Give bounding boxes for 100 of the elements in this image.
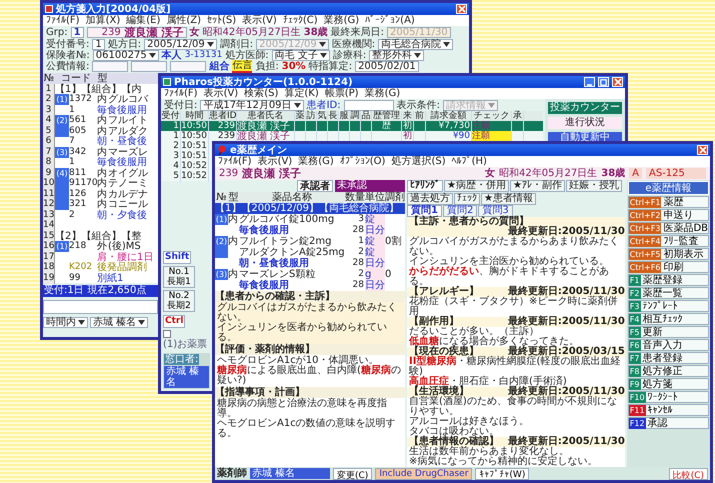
- function-key-button[interactable]: F7 患者登録: [628, 352, 709, 364]
- tab[interactable]: ★病歴・併用: [444, 180, 509, 192]
- function-key-button[interactable]: F11 ｷｬﾝｾﾙ: [628, 404, 709, 416]
- input-field[interactable]: [43, 300, 158, 314]
- dropdown[interactable]: 06100275: [92, 50, 159, 61]
- close-button[interactable]: [456, 4, 467, 14]
- function-key-button[interactable]: F1 薬歴登録: [628, 274, 709, 286]
- menu-item[interactable]: 編集(E): [126, 15, 160, 26]
- menu-item[interactable]: ﾁｪｯｸ(C): [282, 15, 318, 26]
- preset-button[interactable]: No.2 長期2: [163, 290, 195, 312]
- menu-item[interactable]: 属性(Z): [166, 15, 201, 26]
- date-dropdown[interactable]: 平成17年12月09日: [200, 100, 304, 110]
- dropdown[interactable]: 時間内: [43, 317, 88, 328]
- menu-item[interactable]: 帳票(P): [324, 88, 359, 99]
- tab[interactable]: ★ｱﾚ・副作: [510, 180, 565, 192]
- table-cell: 10:50: [181, 131, 209, 142]
- menu-item[interactable]: ｵﾌﾟｼｮﾝ(O): [340, 156, 386, 167]
- option-checkbox[interactable]: (1)お薬票: [163, 330, 213, 350]
- dropdown[interactable]: 赤城 榛名: [90, 317, 148, 328]
- table-row[interactable]: 1 10:50 239 渡良瀬 渓子 歴 初 ¥7,730 注願: [161, 121, 543, 131]
- rp-number: (2): [55, 115, 69, 126]
- table-row[interactable]: アルダクトンA錠25mg 2錠: [215, 247, 405, 258]
- table-row[interactable]: (1)内 グルコバイ錠100mg 3錠: [215, 214, 405, 225]
- pharmacist-field[interactable]: 赤城 榛名: [250, 468, 330, 479]
- tab[interactable]: 妊娠・授乳: [566, 180, 622, 192]
- function-key-button[interactable]: F4 相互ﾁｪｯｸ: [628, 313, 709, 325]
- dropdown[interactable]: 2005/12/09: [144, 39, 217, 50]
- menu-item[interactable]: ﾌｧｲﾙ(F): [164, 88, 198, 99]
- table-row[interactable]: 毎食後服用 28 日分: [215, 280, 405, 291]
- minimize-button[interactable]: [584, 77, 595, 87]
- group-field[interactable]: 1: [70, 27, 84, 38]
- function-key-button[interactable]: F12 承認: [628, 417, 709, 429]
- input-field[interactable]: 2005/02/01: [355, 61, 419, 72]
- menu-item[interactable]: 検索(S): [244, 88, 278, 99]
- drugchaser-button[interactable]: Include DrugChaser: [375, 468, 472, 480]
- menu-item[interactable]: 業務(G): [324, 15, 360, 26]
- menu-item[interactable]: 表示(V): [242, 15, 277, 26]
- table-row[interactable]: 4 10:52: [161, 161, 209, 171]
- table-row[interactable]: 【1】【2005/12/09】【両毛総合病院】: [215, 203, 405, 214]
- tab[interactable]: 質問3: [478, 205, 513, 217]
- table-row[interactable]: 毎食後服用 28 日分: [215, 225, 405, 236]
- tab[interactable]: 過去処方: [407, 193, 453, 205]
- function-key-button[interactable]: F2 薬歴一覧: [628, 287, 709, 299]
- close-icon: [614, 78, 622, 86]
- menu-item[interactable]: ﾊﾞｰｼﾞｮﾝ(A): [365, 15, 415, 26]
- menu-item[interactable]: ﾌｧｲﾙ(F): [46, 15, 80, 26]
- tab[interactable]: ﾁｪｯｸ: [454, 193, 480, 205]
- function-key-button[interactable]: F5 更新: [628, 326, 709, 338]
- tab[interactable]: ★患者情報: [481, 193, 536, 205]
- menu-item[interactable]: ﾌｧｲﾙ(F): [218, 156, 252, 167]
- input-field[interactable]: [170, 61, 206, 72]
- function-key-button[interactable]: Ctrl+F1 薬歴: [628, 196, 709, 208]
- table-row[interactable]: 5 10:52: [161, 171, 209, 181]
- input-field[interactable]: 1: [92, 39, 105, 50]
- function-key-button[interactable]: F9 処方箋: [628, 378, 709, 390]
- function-key-button[interactable]: F6 音声入力: [628, 339, 709, 351]
- tab[interactable]: 質問2: [442, 205, 478, 217]
- function-key-button[interactable]: F10 ﾜｰｸｼｰﾄ: [628, 391, 709, 403]
- clerk-field[interactable]: 赤城 榛名: [164, 366, 209, 388]
- function-key-button[interactable]: Ctrl+F3 医薬品DB: [628, 222, 709, 234]
- tab[interactable]: 質問1: [407, 205, 442, 217]
- menu-item[interactable]: 業務(G): [364, 88, 400, 99]
- function-key-button[interactable]: Ctrl+F5 初期表示: [628, 248, 709, 260]
- capture-button[interactable]: ｷｬﾌﾟﾁｬ(W): [475, 468, 530, 480]
- menu-item[interactable]: 処方選択(S): [391, 156, 446, 167]
- menu-item[interactable]: ﾍﾙﾌﾟ(H): [452, 156, 487, 167]
- dropdown[interactable]: 両毛 文子: [272, 50, 330, 61]
- note-box[interactable]: グルコバイはガスがたまるから飲みたくない。 インシュリンを医者から勧められている。: [215, 302, 405, 344]
- table-row[interactable]: (2)内 フルイトラン錠2mg 1錠 0割: [215, 236, 405, 247]
- menu-item[interactable]: 算定(K): [284, 88, 319, 99]
- input-field[interactable]: [92, 61, 128, 72]
- close-button[interactable]: [697, 145, 708, 155]
- change-button[interactable]: 変更(C): [333, 468, 372, 480]
- function-key-button[interactable]: F8 処方修正: [628, 365, 709, 377]
- menu-item[interactable]: ｾｯﾄ(S): [207, 15, 236, 26]
- function-key-button[interactable]: F3 ﾃﾝﾌﾟﾚｰﾄ: [628, 300, 709, 312]
- table-row[interactable]: (3)内 マーズレンS顆粒 2 g 0: [215, 269, 405, 280]
- table-cell: 注願: [472, 131, 512, 142]
- function-key-button[interactable]: Ctrl+F2 申送り: [628, 209, 709, 221]
- tab[interactable]: ﾋｱﾘﾝｸﾞ: [407, 180, 443, 192]
- dropdown[interactable]: 整形外科: [369, 50, 424, 61]
- menu-item[interactable]: 表示(V): [258, 156, 292, 167]
- menu-item[interactable]: 表示(V): [204, 88, 238, 99]
- maximize-button[interactable]: [598, 77, 609, 87]
- function-key-button[interactable]: Ctrl+F6 印刷: [628, 261, 709, 273]
- compare-button[interactable]: 比較(C): [668, 468, 708, 480]
- column-header: 薬品名称: [271, 192, 312, 203]
- menu-item[interactable]: 加算(X): [86, 15, 120, 26]
- function-key-button[interactable]: Ctrl+F4 ﾌﾘｰ監査: [628, 235, 709, 247]
- menu-item[interactable]: 業務(G): [298, 156, 334, 167]
- preset-button[interactable]: No.1 長期1: [163, 266, 195, 288]
- note-box[interactable]: 生活は数年前からあまり変化なし。 ※病気になってから精神的に安定しない。: [407, 447, 625, 467]
- dropdown[interactable]: 両毛総合病院: [378, 39, 454, 50]
- close-button[interactable]: [612, 77, 623, 87]
- info-button[interactable]: e薬歴情報: [628, 181, 709, 195]
- input-field[interactable]: [131, 61, 168, 72]
- patient-id-field[interactable]: [344, 100, 394, 110]
- table-row[interactable]: 3 10:51: [161, 151, 209, 161]
- table-row[interactable]: 2 10:51: [161, 141, 209, 151]
- table-row[interactable]: 朝・昼食後服用 28 日分: [215, 258, 405, 269]
